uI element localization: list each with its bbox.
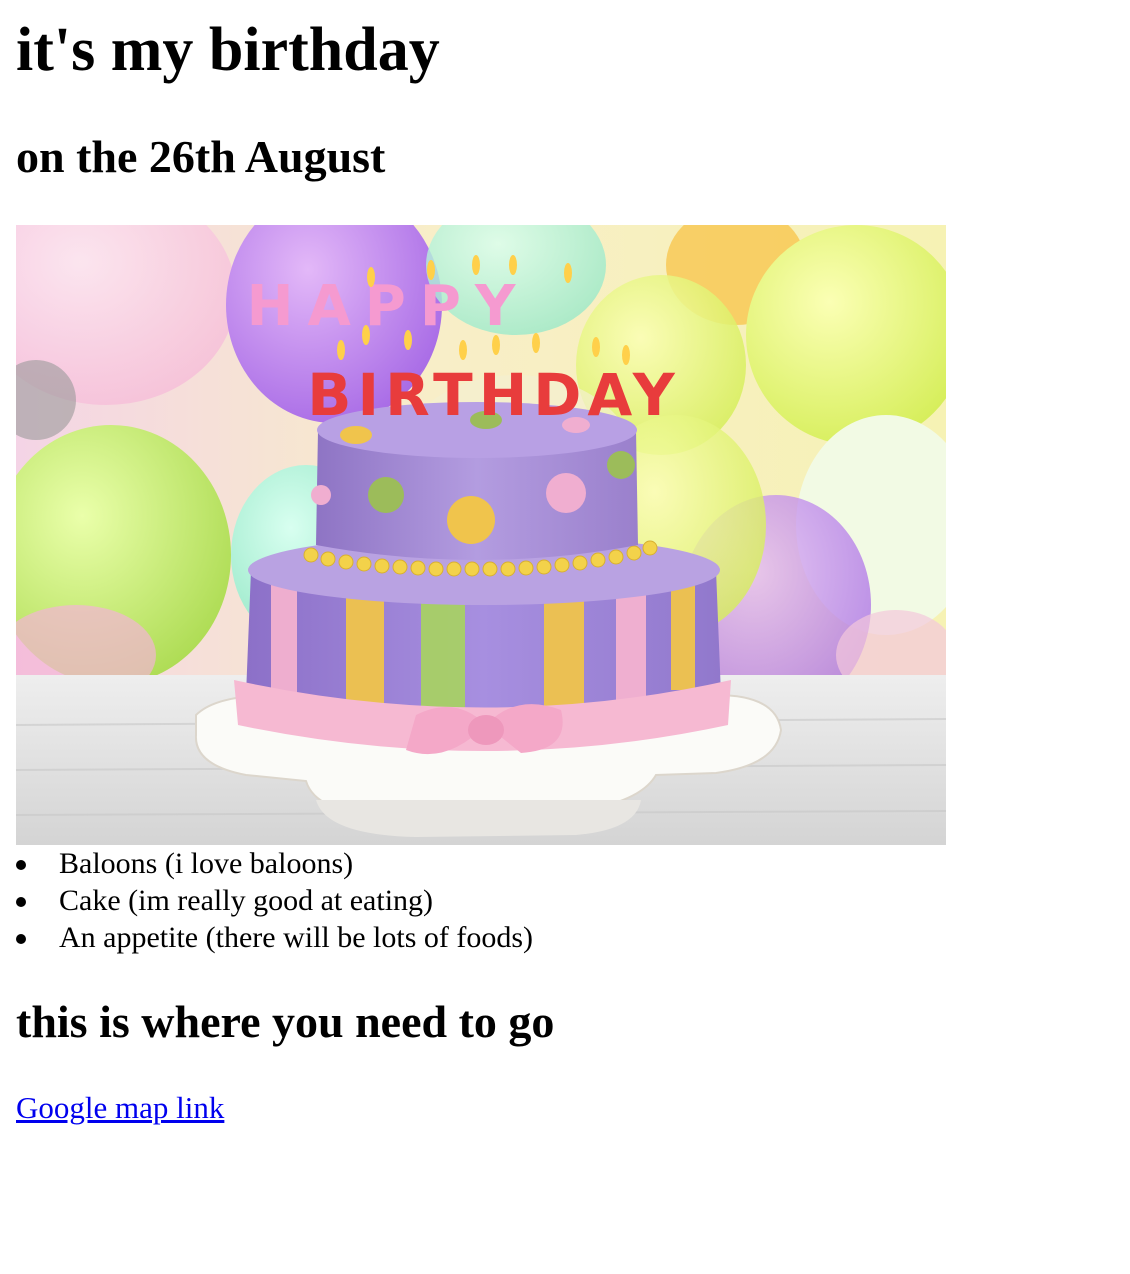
list-item: An appetite (there will be lots of foods… — [16, 919, 533, 956]
bullet-icon — [16, 934, 26, 944]
bullet-icon — [16, 860, 26, 870]
page-title: it's my birthday — [16, 16, 440, 84]
location-heading: this is where you need to go — [16, 996, 555, 1047]
birthday-cake-photo: HAPPY BIRTHDAY — [16, 225, 946, 845]
candle-word-birthday: BIRTHDAY — [307, 361, 680, 429]
bring-list: Baloons (i love baloons) Cake (im really… — [16, 845, 533, 956]
list-item: Cake (im really good at eating) — [16, 882, 533, 919]
date-subtitle: on the 26th August — [16, 131, 386, 182]
list-item: Baloons (i love baloons) — [16, 845, 533, 882]
bullet-icon — [16, 897, 26, 907]
google-map-link[interactable]: Google map link — [16, 1088, 224, 1128]
candle-word-happy: HAPPY — [247, 274, 530, 339]
